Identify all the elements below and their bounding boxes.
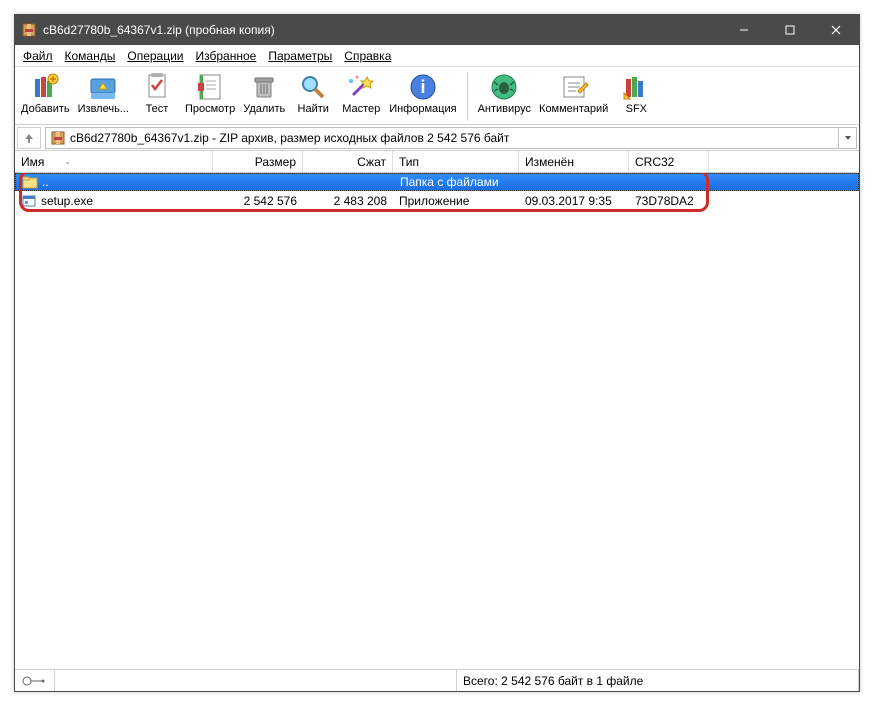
find-button[interactable]: Найти <box>289 69 337 117</box>
folder-up-icon <box>22 174 38 190</box>
file-row-setup[interactable]: setup.exe 2 542 576 2 483 208 Приложение… <box>15 191 859 211</box>
virus-button[interactable]: Антивирус <box>474 69 535 117</box>
file-name: setup.exe <box>41 194 93 208</box>
wand-icon <box>345 71 377 103</box>
comment-button[interactable]: Комментарий <box>535 69 612 117</box>
app-icon <box>21 22 37 38</box>
sort-indicator-icon: ⌄ <box>64 157 71 166</box>
delete-button[interactable]: Удалить <box>239 69 289 117</box>
sfx-button[interactable]: SFX <box>612 69 660 117</box>
search-icon <box>297 71 329 103</box>
maximize-button[interactable] <box>767 15 813 45</box>
menu-operations[interactable]: Операции <box>123 47 187 65</box>
up-one-level-button[interactable] <box>17 127 41 149</box>
comment-icon <box>558 71 590 103</box>
address-text: cB6d27780b_64367v1.zip - ZIP архив, разм… <box>70 131 509 145</box>
menu-help[interactable]: Справка <box>340 47 395 65</box>
test-button[interactable]: Тест <box>133 69 181 117</box>
menu-options[interactable]: Параметры <box>264 47 336 65</box>
bug-icon <box>488 71 520 103</box>
books-add-icon <box>29 71 61 103</box>
svg-text:i: i <box>420 77 425 97</box>
window-title: cB6d27780b_64367v1.zip (пробная копия) <box>43 23 721 37</box>
menu-favorites[interactable]: Избранное <box>192 47 261 65</box>
extract-icon <box>87 71 119 103</box>
status-lock-icon-cell <box>15 670 55 691</box>
address-field[interactable]: cB6d27780b_64367v1.zip - ZIP архив, разм… <box>45 127 839 149</box>
file-packed: 2 483 208 <box>303 194 393 208</box>
disk-icon <box>21 674 45 688</box>
info-button[interactable]: i Информация <box>385 69 460 117</box>
toolbar-separator <box>467 73 468 121</box>
add-button[interactable]: Добавить <box>17 69 74 117</box>
parent-folder-name: .. <box>42 175 49 189</box>
file-size: 2 542 576 <box>213 194 303 208</box>
info-icon: i <box>407 71 439 103</box>
column-header-crc[interactable]: CRC32 <box>629 151 709 172</box>
sfx-icon <box>620 71 652 103</box>
file-crc: 73D78DA2 <box>629 194 709 208</box>
close-button[interactable] <box>813 15 859 45</box>
test-icon <box>141 71 173 103</box>
menu-file[interactable]: Файл <box>19 47 57 65</box>
view-icon <box>194 71 226 103</box>
trash-icon <box>248 71 280 103</box>
column-header-modified[interactable]: Изменён <box>519 151 629 172</box>
parent-folder-row[interactable]: .. Папка с файлами <box>15 173 859 191</box>
column-header-packed[interactable]: Сжат <box>303 151 393 172</box>
view-button[interactable]: Просмотр <box>181 69 239 117</box>
column-header-size[interactable]: Размер <box>213 151 303 172</box>
file-modified: 09.03.2017 9:35 <box>519 194 629 208</box>
column-header-type[interactable]: Тип <box>393 151 519 172</box>
column-header-name[interactable]: Имя⌄ <box>15 151 213 172</box>
wizard-button[interactable]: Мастер <box>337 69 385 117</box>
parent-folder-type: Папка с файлами <box>394 175 520 189</box>
exe-icon <box>21 193 37 209</box>
status-total: Всего: 2 542 576 байт в 1 файле <box>457 670 859 691</box>
address-dropdown-button[interactable] <box>839 127 857 149</box>
minimize-button[interactable] <box>721 15 767 45</box>
status-left <box>55 670 457 691</box>
file-type: Приложение <box>393 194 519 208</box>
extract-button[interactable]: Извлечь... <box>74 69 133 117</box>
menu-commands[interactable]: Команды <box>61 47 120 65</box>
archive-icon <box>50 130 66 146</box>
